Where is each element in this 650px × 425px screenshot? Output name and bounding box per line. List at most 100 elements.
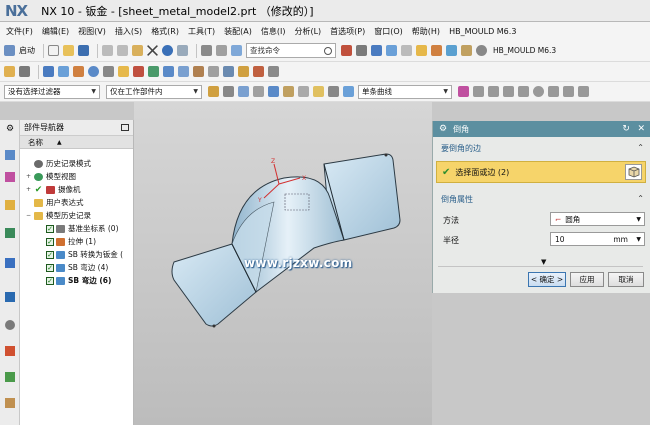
- chamfer-icon[interactable]: [193, 66, 204, 77]
- open-folder-icon[interactable]: [63, 45, 74, 56]
- color-icon[interactable]: [446, 45, 457, 56]
- tree-item-datum-csys[interactable]: ✓ 基准坐标系 (0): [46, 222, 119, 235]
- gear-icon[interactable]: ⚙: [439, 124, 447, 134]
- select-tool-icon[interactable]: [216, 45, 227, 56]
- new-file-icon[interactable]: [48, 45, 59, 56]
- web-browser-icon[interactable]: [5, 258, 15, 268]
- orient-view-icon[interactable]: [386, 45, 397, 56]
- snap-on-curve-icon[interactable]: [578, 86, 589, 97]
- display-icon[interactable]: [431, 45, 442, 56]
- menu-analysis[interactable]: 分析(L): [294, 26, 321, 37]
- sphere-icon[interactable]: [88, 66, 99, 77]
- datum-icon[interactable]: [19, 66, 30, 77]
- system-scenes-icon[interactable]: [5, 398, 15, 408]
- menu-help[interactable]: 帮助(H): [412, 26, 440, 37]
- trim-icon[interactable]: [253, 66, 264, 77]
- menu-information[interactable]: 信息(I): [261, 26, 286, 37]
- visibility-checkbox[interactable]: ✓: [46, 224, 54, 233]
- save-icon[interactable]: [78, 45, 89, 56]
- subtract-icon[interactable]: [163, 66, 174, 77]
- cut-icon[interactable]: [102, 45, 113, 56]
- deselect-icon[interactable]: [298, 86, 309, 97]
- undo-icon[interactable]: [162, 45, 173, 56]
- zoom-icon[interactable]: [401, 45, 412, 56]
- tree-item-extrude[interactable]: ✓ 拉伸 (1): [46, 235, 96, 248]
- selection-scope-select[interactable]: 仅在工作部件内 ▼: [106, 84, 202, 99]
- render-style-icon[interactable]: [356, 45, 367, 56]
- menu-file[interactable]: 文件(F): [6, 26, 33, 37]
- snap-intersection-icon[interactable]: [518, 86, 529, 97]
- collapse-up-icon[interactable]: ⌃: [637, 194, 644, 203]
- menu-preferences[interactable]: 首选项(P): [330, 26, 365, 37]
- reset-icon[interactable]: ↻: [622, 124, 630, 134]
- snap-endpoint-icon[interactable]: [473, 86, 484, 97]
- general-select-icon[interactable]: [223, 86, 234, 97]
- expand-icon[interactable]: +: [26, 186, 32, 193]
- more-options-icon[interactable]: ▼: [541, 258, 546, 266]
- tree-item-convert-sheet-metal[interactable]: ✓ SB 转换为钣金 (: [46, 248, 123, 261]
- snap-quadrant-icon[interactable]: [548, 86, 559, 97]
- part-navigator-icon[interactable]: [5, 200, 15, 210]
- revolve-icon[interactable]: [58, 66, 69, 77]
- menu-hb-mould[interactable]: HB_MOULD M6.3: [449, 27, 516, 36]
- select-edge-row[interactable]: ✔ 选择面或边 (2): [436, 161, 646, 183]
- edges-section-header[interactable]: 要倒角的边: [441, 143, 481, 154]
- visibility-checkbox[interactable]: ✓: [46, 250, 54, 259]
- tree-item-cameras[interactable]: + ✔ 摄像机: [26, 183, 81, 196]
- process-studio-icon[interactable]: [5, 346, 15, 356]
- tree-item-user-expressions[interactable]: 用户表达式: [26, 196, 84, 209]
- clock-icon[interactable]: [5, 320, 15, 330]
- redo-icon[interactable]: [177, 45, 188, 56]
- command-search-input[interactable]: 查找命令: [246, 43, 336, 58]
- hole-icon[interactable]: [103, 66, 114, 77]
- roles-icon[interactable]: [5, 372, 15, 382]
- copy-icon[interactable]: [117, 45, 128, 56]
- blend-icon[interactable]: [178, 66, 189, 77]
- part-icon[interactable]: [461, 45, 472, 56]
- history-icon[interactable]: [5, 292, 15, 302]
- select-curve-icon[interactable]: [328, 86, 339, 97]
- draft-icon[interactable]: [268, 66, 279, 77]
- cancel-button[interactable]: 取消: [608, 272, 644, 287]
- snap-control-icon[interactable]: [503, 86, 514, 97]
- cube-selection-icon[interactable]: [625, 164, 642, 180]
- collapse-icon[interactable]: −: [26, 212, 32, 219]
- properties-section-header[interactable]: 倒角属性: [441, 194, 473, 205]
- highlight-icon[interactable]: [313, 86, 324, 97]
- filter-feature-icon[interactable]: [283, 86, 294, 97]
- start-button[interactable]: 启动: [19, 45, 35, 56]
- menu-edit[interactable]: 编辑(E): [42, 26, 69, 37]
- radius-input[interactable]: 10 mm ▼: [550, 232, 645, 246]
- menu-insert[interactable]: 插入(S): [115, 26, 142, 37]
- repeat-command-icon[interactable]: [201, 45, 212, 56]
- visibility-checkbox[interactable]: ✓: [46, 263, 54, 272]
- mirror-icon[interactable]: [238, 66, 249, 77]
- menu-view[interactable]: 视图(V): [78, 26, 106, 37]
- menu-tools[interactable]: 工具(T): [188, 26, 215, 37]
- tree-item-history-mode[interactable]: 历史记录模式: [26, 157, 91, 170]
- filter-body-icon[interactable]: [268, 86, 279, 97]
- menu-window[interactable]: 窗口(O): [374, 26, 403, 37]
- delete-icon[interactable]: [147, 45, 158, 56]
- visibility-checkbox[interactable]: ✓: [46, 237, 54, 246]
- reuse-library-icon[interactable]: [5, 228, 15, 238]
- ok-button[interactable]: < 确定 >: [528, 272, 566, 287]
- assembly-navigator-icon[interactable]: [5, 150, 15, 160]
- select-all-icon[interactable]: [208, 86, 219, 97]
- filter-face-icon[interactable]: [238, 86, 249, 97]
- gear-icon[interactable]: ⚙: [5, 124, 15, 134]
- snap-center-icon[interactable]: [533, 86, 544, 97]
- paste-icon[interactable]: [132, 45, 143, 56]
- snap-icon[interactable]: [458, 86, 469, 97]
- constraint-navigator-icon[interactable]: [5, 172, 15, 182]
- collapse-up-icon[interactable]: ⌃: [637, 143, 644, 152]
- tree-item-flange-6[interactable]: ✓ SB 弯边 (6): [46, 274, 111, 287]
- pattern-icon[interactable]: [223, 66, 234, 77]
- shell-icon[interactable]: [208, 66, 219, 77]
- shaded-view-icon[interactable]: [371, 45, 382, 56]
- search-icon[interactable]: [324, 46, 332, 55]
- hb-mould-label[interactable]: HB_MOULD M6.3: [493, 46, 556, 55]
- snap-midpoint-icon[interactable]: [488, 86, 499, 97]
- close-icon[interactable]: ✕: [637, 124, 645, 134]
- maximize-icon[interactable]: [121, 124, 129, 131]
